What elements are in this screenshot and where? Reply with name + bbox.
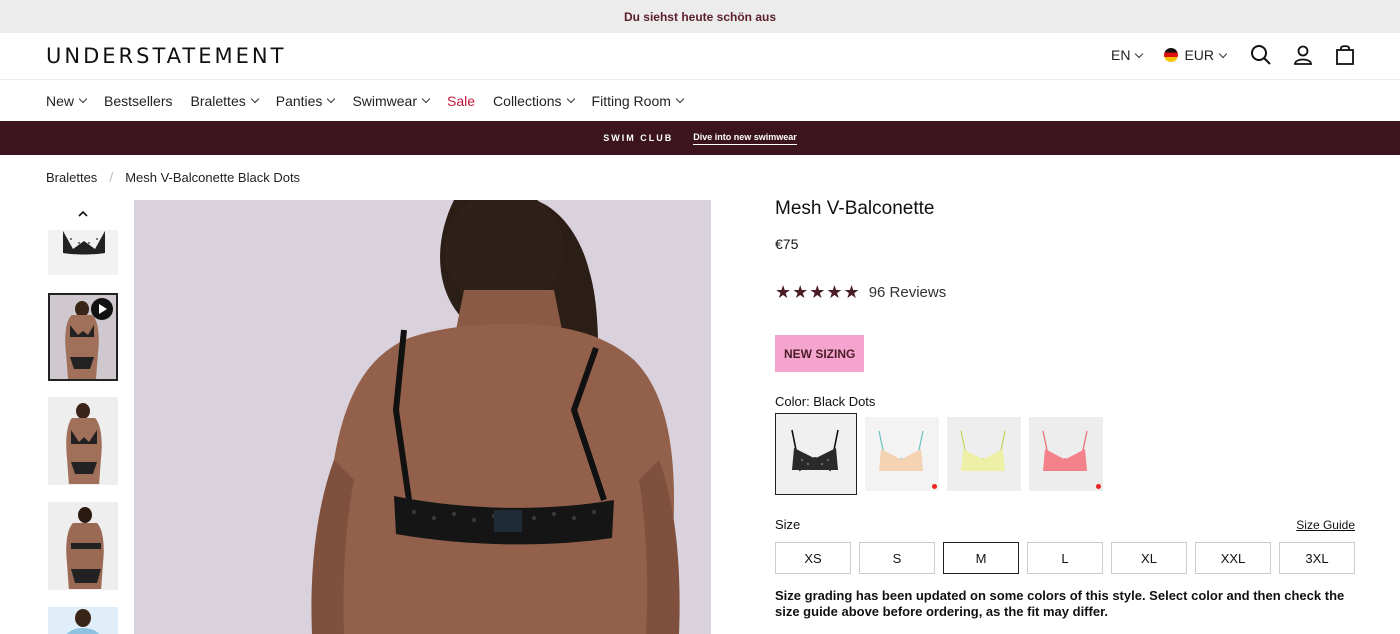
nav-item-fitting-room[interactable]: Fitting Room [591, 92, 685, 109]
chevron-down-icon [421, 94, 431, 104]
search-icon[interactable] [1250, 44, 1272, 66]
product-title: Mesh V-Balconette [775, 198, 935, 219]
size-xs[interactable]: XS [775, 542, 851, 574]
size-header: Size Size Guide [775, 517, 1355, 532]
thumbnail-5[interactable] [48, 607, 118, 634]
thumbnail-1[interactable] [48, 230, 118, 275]
nav-item-bestsellers[interactable]: Bestsellers [104, 93, 172, 109]
logo[interactable]: UNDERSTATEMENT [46, 44, 286, 68]
chevron-down-icon [566, 94, 575, 104]
nav-item-new[interactable]: New [46, 92, 88, 109]
reviews-count: 96 Reviews [868, 284, 947, 301]
chevron-down-icon [327, 94, 336, 104]
breadcrumb-current: Mesh V-Balconette Black Dots [125, 169, 301, 185]
swatch-peach[interactable] [865, 417, 939, 491]
size-3xl[interactable]: 3XL [1279, 542, 1355, 574]
bag-icon[interactable] [1334, 44, 1356, 66]
announcement-bar: Du siehst heute schön aus [0, 0, 1400, 33]
star-rating-icon: ★★★★★ [775, 282, 861, 302]
product-main-image[interactable] [134, 200, 711, 634]
breadcrumb: Bralettes / Mesh V-Balconette Black Dots [46, 169, 300, 185]
size-options: XS S M L XL XXL 3XL [775, 542, 1355, 574]
thumbnail-strip [46, 200, 120, 634]
size-guide-link[interactable]: Size Guide [1296, 518, 1355, 532]
product-price: €75 [775, 236, 799, 252]
swatch-black-dots[interactable] [775, 413, 857, 495]
size-xl[interactable]: XL [1111, 542, 1187, 574]
color-label: Color: Black Dots [775, 394, 876, 409]
new-indicator-dot [1096, 484, 1101, 489]
nav-item-swimwear[interactable]: Swimwear [352, 92, 431, 109]
site-header: UNDERSTATEMENT EN EUR [0, 33, 1400, 80]
breadcrumb-parent[interactable]: Bralettes [46, 170, 97, 185]
nav-item-collections[interactable]: Collections [493, 92, 575, 109]
promo-title: SWIM CLUB [603, 133, 674, 143]
new-indicator-dot [932, 484, 937, 489]
currency-label: EUR [1184, 47, 1214, 63]
size-label: Size [775, 517, 801, 532]
nav-label: New [46, 92, 75, 109]
chevron-down-icon [1135, 49, 1144, 58]
language-label: EN [1110, 47, 1131, 63]
play-icon [91, 298, 113, 320]
new-sizing-badge: NEW SIZING [775, 335, 865, 372]
thumbnail-3[interactable] [48, 397, 118, 485]
color-swatches [775, 413, 1355, 495]
size-l[interactable]: L [1027, 542, 1103, 574]
swatch-yellow[interactable] [947, 417, 1021, 491]
nav-label: Collections [493, 92, 562, 109]
nav-item-bralettes[interactable]: Bralettes [190, 92, 259, 109]
chevron-down-icon [250, 94, 259, 104]
nav-item-panties[interactable]: Panties [275, 92, 336, 109]
chevron-down-icon [675, 94, 685, 104]
chevron-down-icon [1218, 49, 1228, 58]
promo-bar: SWIM CLUB Dive into new swimwear [0, 121, 1400, 155]
germany-flag-icon [1164, 48, 1179, 62]
promo-link[interactable]: Dive into new swimwear [693, 132, 797, 145]
size-xxl[interactable]: XXL [1195, 542, 1271, 574]
thumbnail-4[interactable] [48, 502, 118, 590]
size-grading-note: Size grading has been updated on some co… [775, 588, 1345, 619]
language-selector[interactable]: EN [1110, 47, 1144, 63]
product-rating[interactable]: ★★★★★ 96 Reviews [775, 282, 1355, 303]
nav-label: Bralettes [190, 92, 246, 109]
product-info: Mesh V-Balconette €75 ★★★★★ 96 Reviews N… [775, 195, 1355, 619]
nav-label: Swimwear [352, 92, 418, 109]
swatch-coral[interactable] [1029, 417, 1103, 491]
account-icon[interactable] [1292, 44, 1314, 66]
breadcrumb-separator: / [109, 169, 114, 185]
nav-label: Bestsellers [104, 92, 173, 109]
nav-label: Fitting Room [591, 92, 671, 109]
size-m[interactable]: M [943, 542, 1019, 574]
main-nav: New Bestsellers Bralettes Panties Swimwe… [0, 80, 1400, 121]
nav-item-sale[interactable]: Sale [447, 93, 475, 109]
nav-label: Panties [275, 92, 323, 109]
announcement-text: Du siehst heute schön aus [623, 9, 777, 24]
nav-label: Sale [447, 92, 476, 109]
size-s[interactable]: S [859, 542, 935, 574]
chevron-down-icon [78, 94, 88, 104]
header-actions: EN EUR [1111, 44, 1356, 66]
currency-selector[interactable]: EUR [1164, 47, 1228, 63]
thumbnail-video[interactable] [48, 293, 118, 381]
